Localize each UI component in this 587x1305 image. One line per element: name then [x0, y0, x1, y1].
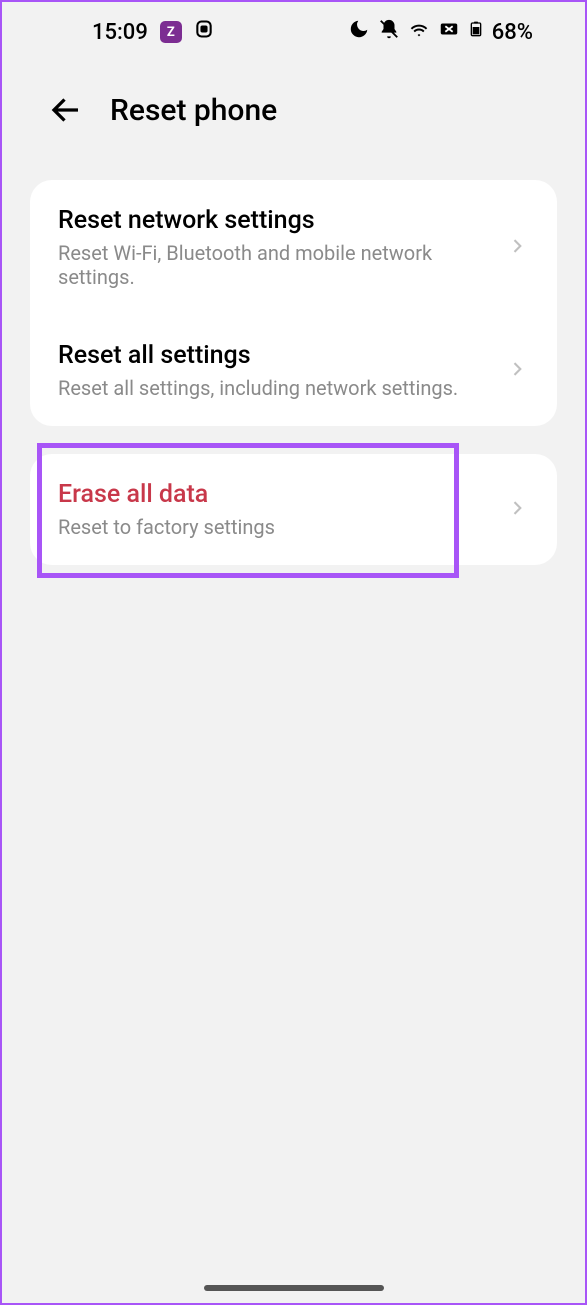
- status-left: 15:09 Z: [92, 18, 214, 46]
- status-time: 15:09: [92, 20, 148, 45]
- list-item-content: Reset network settings Reset Wi-Fi, Blue…: [58, 206, 507, 289]
- moon-icon: [348, 18, 370, 46]
- list-item-content: Reset all settings Reset all settings, i…: [58, 341, 507, 400]
- back-arrow-icon: [48, 92, 84, 128]
- list-item-title: Reset network settings: [58, 206, 507, 235]
- chevron-right-icon: [507, 359, 527, 383]
- settings-group-1: Reset network settings Reset Wi-Fi, Blue…: [30, 180, 557, 426]
- list-item-content: Erase all data Reset to factory settings: [58, 480, 507, 539]
- list-item-subtitle: Reset Wi-Fi, Bluetooth and mobile networ…: [58, 241, 507, 289]
- chevron-right-icon: [507, 236, 527, 260]
- header: Reset phone: [2, 62, 585, 150]
- reset-network-settings-item[interactable]: Reset network settings Reset Wi-Fi, Blue…: [30, 180, 557, 315]
- wifi-icon: [408, 18, 430, 46]
- status-right: 68%: [348, 18, 533, 46]
- erase-all-data-item[interactable]: Erase all data Reset to factory settings: [30, 454, 557, 565]
- reset-all-settings-item[interactable]: Reset all settings Reset all settings, i…: [30, 315, 557, 426]
- list-item-subtitle: Reset all settings, including network se…: [58, 376, 507, 400]
- home-indicator[interactable]: [204, 1285, 384, 1291]
- chevron-right-icon: [507, 498, 527, 522]
- bell-off-icon: [378, 18, 400, 46]
- list-item-subtitle: Reset to factory settings: [58, 515, 507, 539]
- settings-group-2: Erase all data Reset to factory settings: [30, 454, 557, 565]
- x-box-icon: [438, 18, 460, 46]
- battery-icon: [468, 18, 484, 46]
- status-bar: 15:09 Z 68%: [2, 2, 585, 62]
- list-item-title: Reset all settings: [58, 341, 507, 370]
- shield-icon: [194, 18, 214, 46]
- app-icon: Z: [160, 21, 182, 43]
- list-item-title: Erase all data: [58, 480, 507, 509]
- back-button[interactable]: [46, 90, 86, 130]
- page-title: Reset phone: [110, 93, 277, 128]
- battery-percent: 68%: [492, 20, 533, 45]
- content: Reset network settings Reset Wi-Fi, Blue…: [2, 150, 585, 565]
